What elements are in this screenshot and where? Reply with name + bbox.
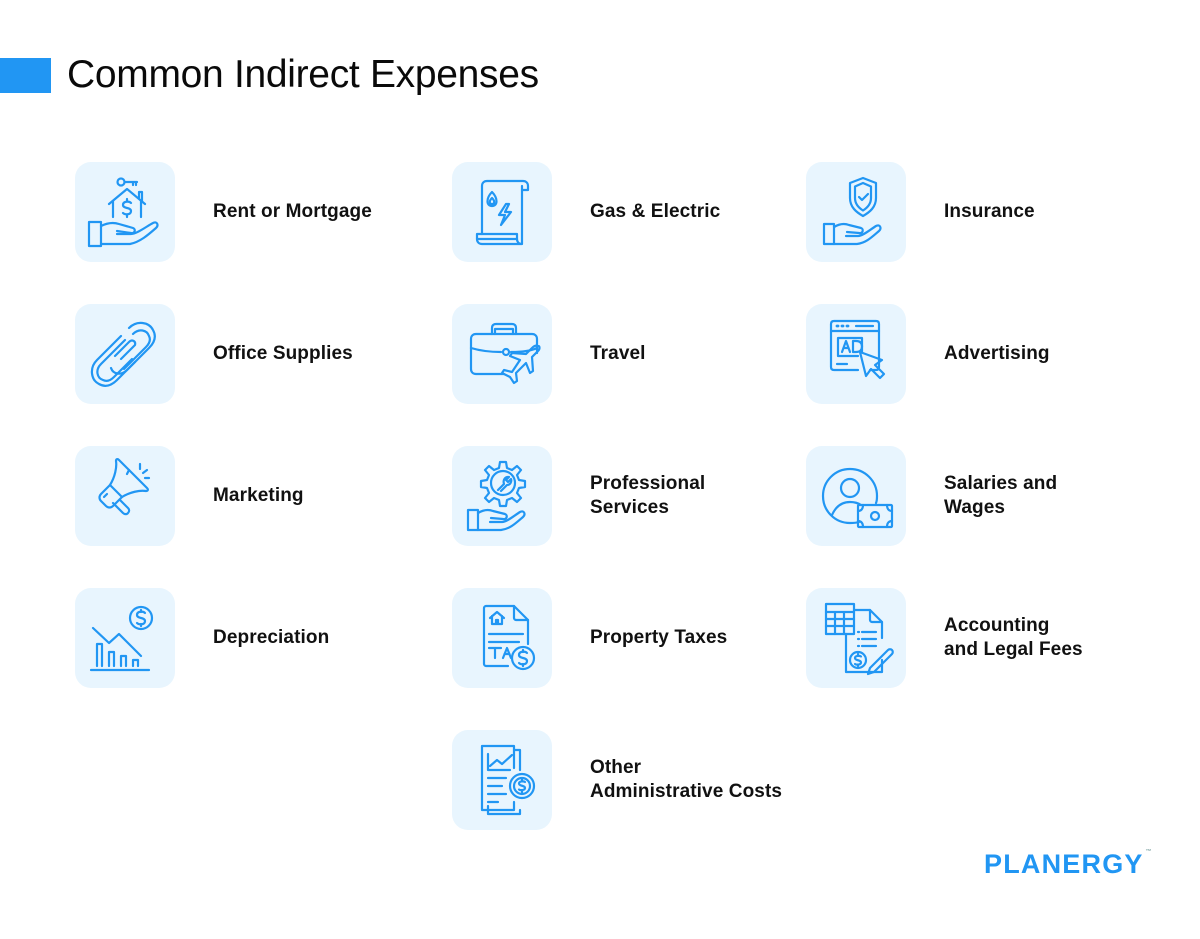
- expense-item-advertising: Advertising: [806, 304, 1050, 404]
- label-line: Insurance: [944, 201, 1035, 222]
- report-dollar-icon: [480, 744, 536, 816]
- logo-text: PLANERGY: [984, 849, 1144, 879]
- megaphone-icon: [98, 458, 151, 516]
- label-line: Salaries and: [944, 473, 1058, 494]
- icon-tile: [806, 304, 906, 404]
- tax-document-icon: [482, 604, 536, 671]
- briefcase-plane-icon: [469, 322, 541, 385]
- shield-hand-icon: [822, 176, 882, 246]
- person-money-icon: [821, 467, 894, 529]
- expense-item-property-taxes: Property Taxes: [452, 588, 727, 688]
- expense-label: Gas & Electric: [590, 200, 720, 224]
- ad-browser-cursor-icon: [829, 319, 886, 380]
- paperclip-icon: [90, 321, 156, 387]
- expense-label: Salaries and Wages: [944, 472, 1057, 520]
- expense-label: Professional Services: [590, 472, 705, 520]
- label-line: Other: [590, 757, 642, 778]
- label-line: Advertising: [944, 343, 1050, 364]
- expense-label: Depreciation: [213, 626, 329, 650]
- label-line: Accounting: [944, 615, 1050, 636]
- gear-wrench-hand-icon: [466, 460, 527, 532]
- icon-tile: [75, 588, 175, 688]
- label-line: Professional: [590, 473, 706, 494]
- label-line: Services: [590, 497, 669, 518]
- expense-label: Other Administrative Costs: [590, 756, 782, 804]
- expense-label: Property Taxes: [590, 626, 727, 650]
- label-line: Gas & Electric: [590, 201, 721, 222]
- planergy-logo: PLANERGY ™: [984, 849, 1152, 880]
- expense-item-depreciation: Depreciation: [75, 588, 329, 688]
- label-line: Rent or Mortgage: [213, 201, 372, 222]
- label-line: Administrative Costs: [590, 781, 783, 802]
- icon-tile: [806, 162, 906, 262]
- title-accent-bar: [0, 58, 51, 93]
- expense-label: Advertising: [944, 342, 1050, 366]
- icon-tile: [452, 304, 552, 404]
- expense-label: Marketing: [213, 484, 304, 508]
- icon-tile: [452, 730, 552, 830]
- page-title: Common Indirect Expenses: [67, 53, 539, 96]
- label-line: Wages: [944, 497, 1006, 518]
- expense-item-other-admin: Other Administrative Costs: [452, 730, 782, 830]
- expense-label: Rent or Mortgage: [213, 200, 372, 224]
- icon-tile: [806, 446, 906, 546]
- expense-label: Insurance: [944, 200, 1035, 224]
- expense-item-accounting-legal: Accounting and Legal Fees: [806, 588, 1083, 688]
- label-line: Property Taxes: [590, 627, 728, 648]
- label-line: Travel: [590, 343, 646, 364]
- label-line: Depreciation: [213, 627, 330, 648]
- icon-tile: [806, 588, 906, 688]
- spreadsheet-document-pen-icon: [824, 602, 894, 676]
- icon-tile: [75, 304, 175, 404]
- icon-tile: [452, 162, 552, 262]
- expense-item-salaries-wages: Salaries and Wages: [806, 446, 1057, 546]
- icon-tile: [75, 446, 175, 546]
- expense-item-rent: Rent or Mortgage: [75, 162, 372, 262]
- utility-bill-icon: [475, 179, 530, 246]
- expense-label: Accounting and Legal Fees: [944, 614, 1083, 662]
- icon-tile: [452, 588, 552, 688]
- label-line: and Legal Fees: [944, 639, 1083, 660]
- icon-tile: [452, 446, 552, 546]
- trademark-symbol: ™: [1145, 849, 1152, 855]
- icon-tile: [75, 162, 175, 262]
- expense-item-professional-services: Professional Services: [452, 446, 705, 546]
- expense-item-marketing: Marketing: [75, 446, 304, 546]
- expense-item-office-supplies: Office Supplies: [75, 304, 353, 404]
- label-line: Marketing: [213, 485, 304, 506]
- expense-label: Travel: [590, 342, 646, 366]
- house-key-hand-icon: [87, 177, 159, 248]
- expense-item-travel: Travel: [452, 304, 646, 404]
- expense-item-gas-electric: Gas & Electric: [452, 162, 720, 262]
- label-line: Office Supplies: [213, 343, 353, 364]
- expense-label: Office Supplies: [213, 342, 353, 366]
- declining-chart-dollar-icon: [89, 605, 154, 672]
- expense-item-insurance: Insurance: [806, 162, 1035, 262]
